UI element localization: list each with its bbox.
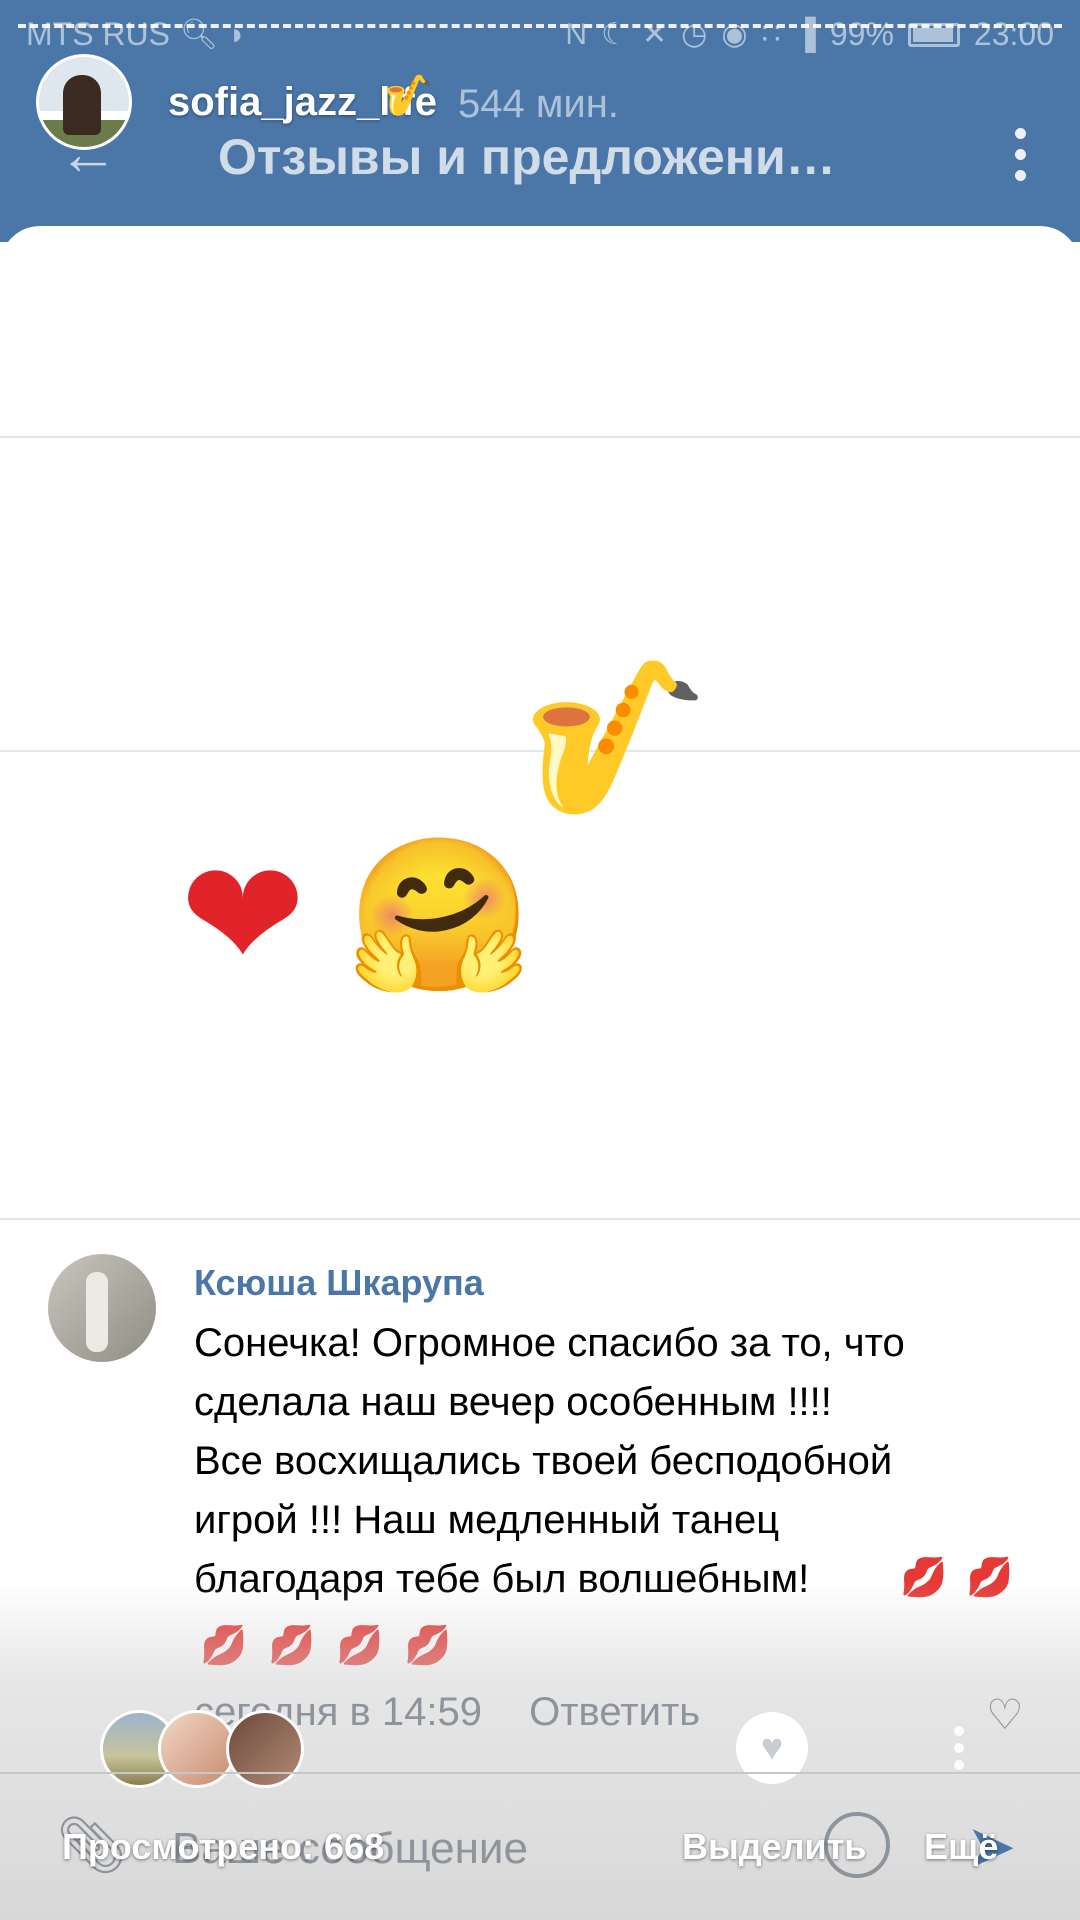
comment-author-avatar[interactable] <box>48 1254 156 1362</box>
like-outline-icon[interactable]: ♡ <box>986 1690 1024 1739</box>
comment-line: Все восхищались твоей бесподобной <box>194 1439 893 1483</box>
comment-author-name[interactable]: Ксюша Шкарупа <box>194 1262 484 1304</box>
story-author-avatar[interactable] <box>36 54 132 150</box>
story-views-count[interactable]: Просмотрено: 668 <box>62 1826 384 1868</box>
comment-line: Сонечка! Огромное спасибо за то, что <box>194 1321 905 1365</box>
moon-icon: ☾ <box>601 18 628 51</box>
reply-link[interactable]: Ответить <box>529 1690 700 1734</box>
status-bar: MTS RUS 🔍︎ ◗ N ☾ ✕ ◷ ◉ ∷ ▐ 99% 23:00 <box>0 16 1080 60</box>
heart-emoji: ❤ <box>180 831 306 999</box>
saxophone-emoji: 🎷 <box>522 653 709 821</box>
story-more-icon[interactable] <box>954 1726 964 1770</box>
input-divider <box>0 1772 1080 1774</box>
status-time: 23:00 <box>973 16 1054 52</box>
page-title: Отзывы и предложени… <box>218 129 836 185</box>
header-menu-icon[interactable] <box>1015 128 1026 181</box>
search-icon: 🔍︎ <box>180 18 219 51</box>
divider <box>0 436 1080 438</box>
battery-percent: 99% <box>829 16 894 52</box>
signal-icon: ▐ <box>794 17 816 51</box>
shield-icon: ◗ <box>228 17 247 51</box>
nfc-icon: N <box>565 17 588 51</box>
comment-line: сделала наш вечер особенным !!!! <box>194 1380 832 1424</box>
mute-icon: ✕ <box>642 18 668 51</box>
heart-icon: ♥ <box>760 1726 784 1769</box>
alarm-icon: ◷ <box>681 18 708 51</box>
hugging-face-emoji: 🤗 <box>346 831 533 999</box>
carrier-label: MTS RUS <box>26 16 170 52</box>
story-progress-bar <box>18 24 1062 28</box>
story-more-button[interactable]: Ещё <box>924 1826 998 1868</box>
viewer-avatar <box>226 1710 304 1788</box>
divider <box>0 1218 1080 1220</box>
story-viewers[interactable] <box>100 1710 320 1790</box>
post-card <box>0 226 1080 436</box>
saxophone-icon: 🎷 <box>384 74 434 118</box>
comment-line: игрой !!! Наш медленный танец <box>194 1498 780 1542</box>
story-highlight-button[interactable]: Выделить <box>682 1826 866 1868</box>
wifi-icon: ∷ <box>761 18 781 51</box>
header-time: 544 мин. <box>458 82 619 126</box>
eye-icon: ◉ <box>721 18 748 51</box>
viewer-avatar <box>158 1710 236 1788</box>
